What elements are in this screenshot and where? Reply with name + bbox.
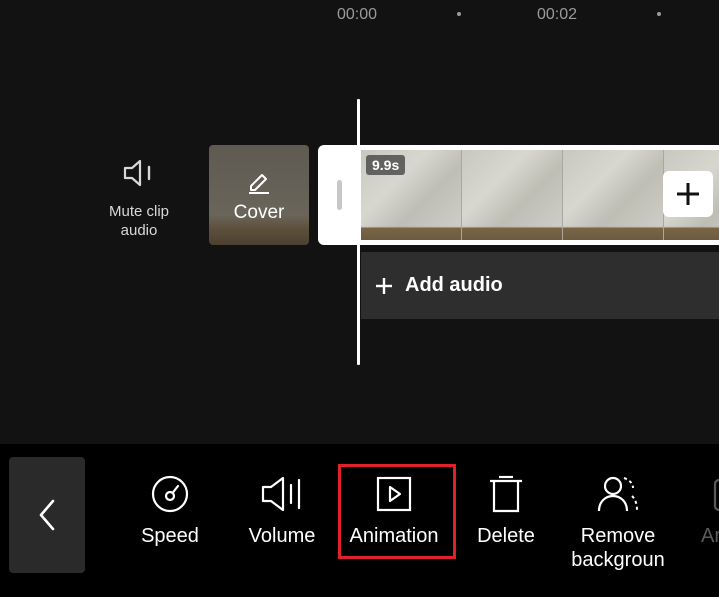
volume-icon [261, 476, 301, 512]
editor-screen: 00:00 00:02 Mute clip audio Cover 9.9s A… [0, 0, 719, 597]
speed-button[interactable]: Speed [115, 474, 225, 548]
ruler-time-0: 00:00 [337, 6, 378, 23]
clip-duration-badge: 9.9s [366, 155, 406, 175]
cover-button[interactable]: Cover [209, 145, 309, 245]
speed-icon [151, 475, 189, 513]
chevron-left-icon [39, 499, 55, 531]
mute-clip-audio-button[interactable]: Mute clip audio [94, 158, 184, 240]
edit-pencil-icon [249, 174, 269, 194]
plus-icon [376, 277, 392, 294]
playhead[interactable] [357, 99, 360, 365]
add-audio-label: Add audio [405, 274, 503, 296]
add-clip-button[interactable] [663, 171, 713, 217]
remove-background-icon [597, 476, 638, 512]
bottom-toolbar: Speed Volume Animation Delete Remove bac… [0, 444, 719, 597]
back-button[interactable] [9, 457, 85, 573]
adjust-label: Ar [701, 525, 719, 547]
speed-label: Speed [141, 525, 199, 547]
ruler-dot [457, 12, 461, 16]
delete-label: Delete [477, 525, 535, 547]
cover-label: Cover [233, 202, 285, 223]
mute-clip-audio-label: Mute clip audio [108, 203, 170, 239]
remove-background-label: Remove backgroun [571, 525, 665, 571]
volume-button[interactable]: Volume [227, 474, 337, 548]
remove-background-button[interactable]: Remove backgroun [563, 474, 673, 582]
speaker-icon [123, 159, 151, 187]
volume-label: Volume [248, 525, 316, 547]
clip-thumbnail [563, 150, 664, 240]
add-audio-button[interactable]: Add audio [361, 252, 719, 319]
adjust-icon [713, 478, 719, 512]
plus-icon [677, 183, 699, 205]
clip-thumbnail [462, 150, 563, 240]
delete-button[interactable]: Delete [451, 474, 561, 548]
delete-icon [490, 475, 522, 513]
ruler-time-1: 00:02 [537, 6, 578, 23]
clip-trim-handle[interactable] [337, 180, 342, 210]
ruler-dot [657, 12, 661, 16]
animation-highlight-box [338, 464, 456, 559]
adjust-button[interactable]: Ar [675, 474, 719, 548]
